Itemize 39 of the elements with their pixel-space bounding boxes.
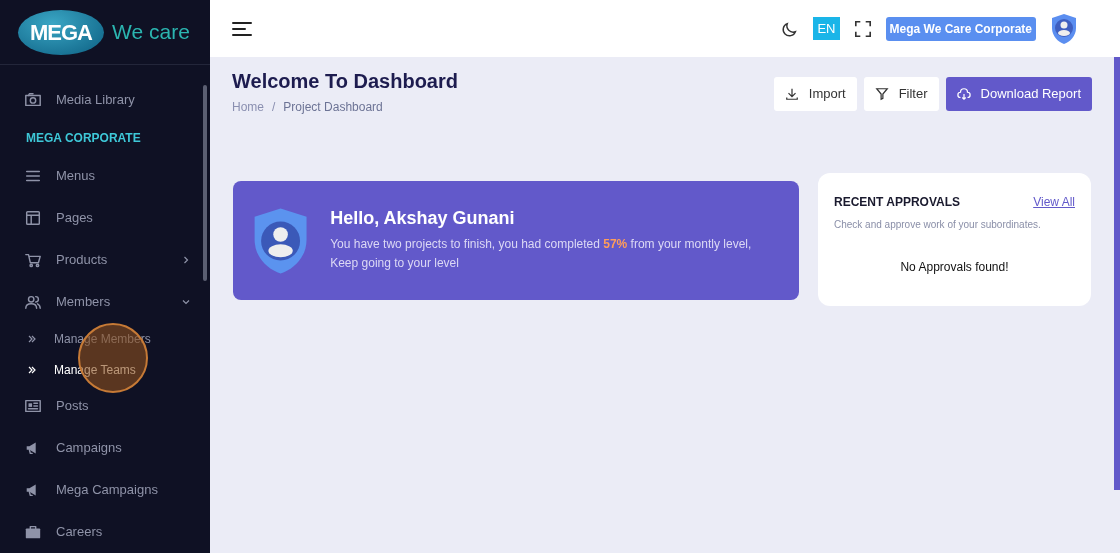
- download-icon: [784, 86, 799, 101]
- sidebar-item[interactable]: Members: [0, 281, 210, 323]
- breadcrumb-item: Project Dashboard: [283, 99, 383, 116]
- filter-icon: [874, 86, 889, 101]
- avatar-icon[interactable]: [1050, 12, 1078, 45]
- fullscreen-icon[interactable]: [853, 19, 872, 38]
- sidebar-item[interactable]: Menus: [0, 155, 210, 197]
- action-button[interactable]: Filter: [863, 77, 939, 111]
- logo-badge: MEGA: [18, 9, 104, 55]
- sidebar-item[interactable]: Mega Campaigns: [0, 469, 210, 511]
- card-title: RECENT APPROVALS: [834, 194, 960, 211]
- action-button[interactable]: Import: [773, 77, 857, 111]
- chevron-icon: [28, 365, 36, 374]
- breadcrumb-separator: /: [272, 99, 276, 116]
- camera-icon: [24, 91, 42, 109]
- action-button[interactable]: Download Report: [945, 77, 1092, 111]
- logo-text: We care: [112, 19, 190, 46]
- sidebar-item[interactable]: Pages: [0, 197, 210, 239]
- company-badge[interactable]: Mega We Care Corporate: [885, 16, 1036, 41]
- greeting-text: You have two projects to finish, you had completed 57% from your montly level, Keep going to your level: [330, 236, 753, 273]
- layout-icon: [24, 209, 42, 227]
- briefcase-icon: [24, 523, 42, 541]
- cloud-download-icon: [956, 86, 971, 101]
- cart-icon: [24, 251, 42, 269]
- sidebar-item[interactable]: Campaigns: [0, 427, 210, 469]
- newspaper-icon: [24, 397, 42, 415]
- chevron-icon: [28, 334, 36, 343]
- sidebar-item[interactable]: Careers: [0, 511, 210, 553]
- page-title: Welcome To Dashboard: [232, 69, 458, 93]
- greeting-title: Hello, Akshay Gunani: [330, 207, 516, 230]
- card-subtitle: Check and approve work of your subordinates.: [834, 218, 1042, 232]
- sidebar-item[interactable]: Posts: [0, 385, 210, 427]
- menu-icon[interactable]: [232, 20, 252, 37]
- sidebar-item[interactable]: Products: [0, 239, 210, 281]
- users-icon: [24, 293, 42, 311]
- sidebar-item[interactable]: Media Library: [0, 79, 210, 121]
- empty-message: No Approvals found!: [899, 259, 1010, 276]
- section-heading: MEGA CORPORATE: [25, 130, 142, 147]
- view-all-link[interactable]: View All: [1033, 193, 1075, 211]
